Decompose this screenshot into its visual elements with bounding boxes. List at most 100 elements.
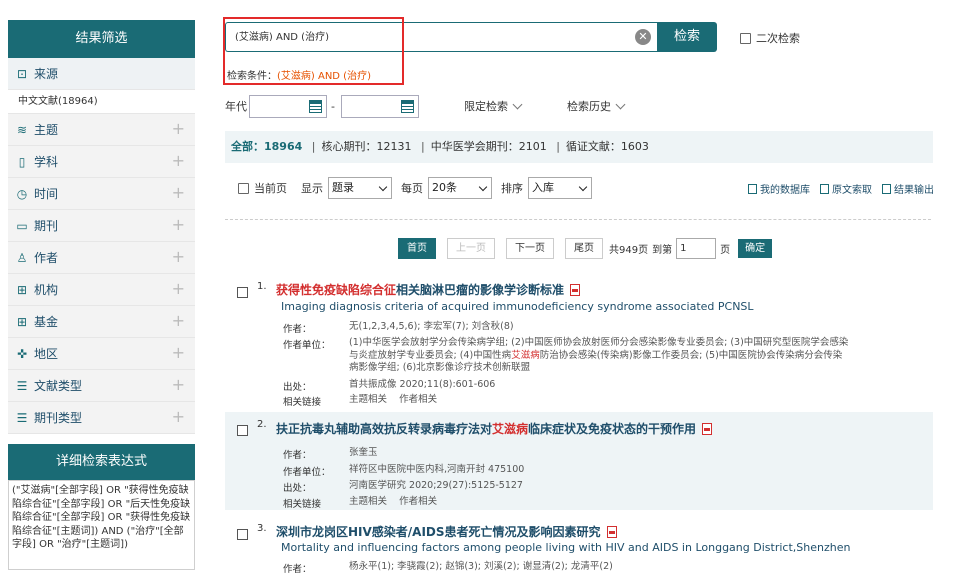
institution-icon: ⊞: [16, 282, 28, 297]
pdf-icon[interactable]: [606, 526, 617, 538]
facet-journal-type[interactable]: ☰ 期刊类型 +: [8, 402, 195, 434]
author-related-link[interactable]: 作者相关: [399, 394, 437, 405]
facet-journal[interactable]: ▭ 期刊 +: [8, 210, 195, 242]
result-english-title[interactable]: Imaging diagnosis criteria of acquired i…: [281, 300, 754, 313]
result-checkbox[interactable]: [237, 529, 248, 540]
database-icon: [748, 183, 757, 194]
result-title[interactable]: 扶正抗毒丸辅助高效抗反转录病毒疗法对艾滋病临床症状及免疫状态的干预作用: [276, 420, 713, 437]
expand-plus-icon[interactable]: +: [172, 153, 185, 169]
per-page-label: 每页: [401, 182, 423, 195]
search-history-label: 检索历史: [567, 100, 611, 113]
my-database-link[interactable]: 我的数据库: [748, 181, 810, 196]
facet-region[interactable]: ✜ 地区 +: [8, 338, 195, 370]
goto-confirm-button[interactable]: 确定: [738, 239, 773, 258]
calendar-icon[interactable]: [400, 99, 414, 113]
stat-cma[interactable]: 中华医学会期刊：2101: [431, 140, 547, 153]
sort-select[interactable]: 入库: [528, 177, 592, 199]
source-facet[interactable]: ⊡ 来源: [8, 58, 195, 90]
limit-search-dropdown[interactable]: 限定检索: [464, 98, 523, 114]
facet-label: 期刊类型: [34, 411, 83, 425]
facet-author[interactable]: ♙ 作者 +: [8, 242, 195, 274]
page-number-input[interactable]: 1: [676, 238, 717, 259]
result-item: 3. 深圳市龙岗区HIV感染者/AIDS患者死亡情况及影响因素研究 Mortal…: [225, 523, 933, 583]
per-page-select[interactable]: 20条: [428, 177, 492, 199]
expand-plus-icon[interactable]: +: [172, 121, 185, 137]
fund-icon: ⊞: [16, 314, 28, 329]
meta-source[interactable]: 首共振成像 2020;11(8):601-606: [349, 379, 849, 392]
meta-key: 作者：: [283, 564, 312, 575]
first-page-button[interactable]: 首页: [398, 238, 436, 259]
pdf-icon[interactable]: [702, 423, 713, 435]
result-checkbox[interactable]: [237, 287, 248, 298]
show-select[interactable]: 题录: [328, 177, 392, 199]
meta-authors[interactable]: 无(1,2,3,4,5,6); 李宏军(7); 刘含秋(8): [349, 321, 849, 334]
stat-evidence[interactable]: 循证文献：1603: [566, 140, 649, 153]
result-title[interactable]: 获得性免疫缺陷综合征相关脑淋巴瘤的影像学诊断标准: [276, 281, 581, 298]
detail-expression-title: 详细检索表达式: [8, 444, 195, 480]
next-page-button[interactable]: 下一页: [506, 238, 554, 259]
clear-icon[interactable]: ✕: [635, 29, 651, 45]
result-checkbox[interactable]: [237, 425, 248, 436]
book-icon: ▯: [18, 154, 26, 169]
meta-key: 作者：: [283, 450, 312, 461]
filter-sidebar: 结果筛选 ⊡ 来源 中文文献(18964) ≋ 主题 + ▯ 学科 + ◷ 时间…: [8, 20, 195, 583]
expand-plus-icon[interactable]: +: [172, 185, 185, 201]
result-toolbar: 当前页 显示 题录 每页 20条 排序 入库 我的数据库 原文索取 结果输出: [238, 176, 934, 200]
source-item-chinese[interactable]: 中文文献(18964): [8, 90, 195, 114]
secondary-search-checkbox[interactable]: [740, 32, 751, 44]
expand-plus-icon[interactable]: +: [172, 217, 185, 233]
expand-plus-icon[interactable]: +: [172, 249, 185, 265]
expand-plus-icon[interactable]: +: [172, 281, 185, 297]
source-icon: ⊡: [16, 66, 28, 81]
title-text: 扶正抗毒丸辅助高效抗反转录病毒疗法对: [276, 422, 493, 436]
result-english-title[interactable]: Mortality and influencing factors among …: [281, 541, 850, 554]
secondary-search-label: 二次检索: [756, 32, 800, 45]
clock-icon: ◷: [16, 186, 28, 201]
facet-subject[interactable]: ≋ 主题 +: [8, 114, 195, 146]
facet-time[interactable]: ◷ 时间 +: [8, 178, 195, 210]
meta-authors[interactable]: 张奎玉: [349, 447, 849, 460]
calendar-icon[interactable]: [309, 99, 322, 113]
goto-label: 到第: [652, 245, 673, 256]
facet-doc-type[interactable]: ☰ 文献类型 +: [8, 370, 195, 402]
show-select-value: 题录: [332, 181, 354, 194]
export-icon: [882, 183, 891, 194]
search-history-dropdown[interactable]: 检索历史: [567, 98, 626, 114]
facet-label: 机构: [34, 283, 59, 297]
expand-plus-icon[interactable]: +: [172, 313, 185, 329]
layers-icon: ≋: [16, 122, 28, 137]
meta-authors[interactable]: 杨永平(1); 李骁霞(2); 赵锦(3); 刘溪(2); 谢显清(2); 龙清…: [349, 561, 849, 574]
page-unit: 页: [720, 245, 731, 256]
year-dash: -: [331, 99, 335, 113]
full-text-request-link[interactable]: 原文索取: [820, 181, 872, 196]
result-title[interactable]: 深圳市龙岗区HIV感染者/AIDS患者死亡情况及影响因素研究: [276, 523, 617, 540]
last-page-button[interactable]: 尾页: [565, 238, 603, 259]
facet-label: 时间: [34, 187, 59, 201]
meta-key: 出处：: [283, 382, 312, 393]
pdf-icon[interactable]: [570, 284, 581, 296]
year-end-input[interactable]: [340, 94, 419, 118]
expand-plus-icon[interactable]: +: [172, 377, 185, 393]
meta-source[interactable]: 河南医学研究 2020;29(27):5125-5127: [349, 480, 849, 493]
prev-page-button[interactable]: 上一页: [447, 238, 495, 259]
secondary-search-toggle[interactable]: 二次检索: [740, 30, 800, 46]
stat-all-label[interactable]: 全部：: [231, 140, 264, 153]
topic-related-link[interactable]: 主题相关: [349, 394, 387, 405]
stat-core[interactable]: 核心期刊：12131: [322, 140, 412, 153]
facet-discipline[interactable]: ▯ 学科 +: [8, 146, 195, 178]
export-results-link[interactable]: 结果输出: [882, 181, 934, 196]
facet-institution[interactable]: ⊞ 机构 +: [8, 274, 195, 306]
expand-plus-icon[interactable]: +: [172, 409, 185, 425]
year-start-input[interactable]: [249, 94, 327, 118]
facet-fund[interactable]: ⊞ 基金 +: [8, 306, 195, 338]
meta-key: 出处：: [283, 483, 312, 494]
meta-key: 作者单位：: [283, 340, 331, 351]
current-page-checkbox[interactable]: [238, 182, 249, 194]
page: 结果筛选 ⊡ 来源 中文文献(18964) ≋ 主题 + ▯ 学科 + ◷ 时间…: [0, 0, 971, 583]
author-related-link[interactable]: 作者相关: [399, 496, 437, 507]
topic-related-link[interactable]: 主题相关: [349, 496, 387, 507]
expand-plus-icon[interactable]: +: [172, 345, 185, 361]
stat-all-count[interactable]: 18964: [264, 140, 302, 153]
search-button[interactable]: 检索: [657, 22, 717, 52]
list-icon: ☰: [16, 378, 28, 393]
